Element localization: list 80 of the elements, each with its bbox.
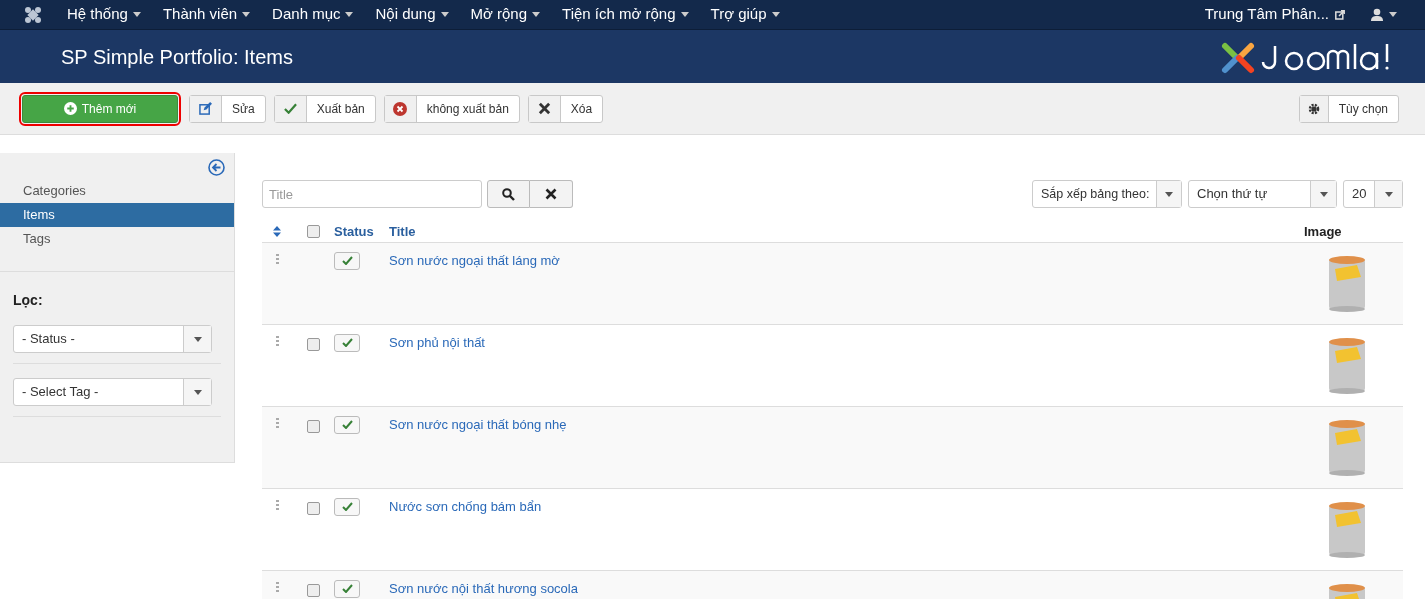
- caret-icon: [1384, 191, 1393, 197]
- close-icon: [537, 102, 551, 115]
- check-icon: [283, 103, 297, 114]
- sidebar-item[interactable]: Tags: [0, 227, 234, 251]
- edit-icon: [199, 102, 212, 115]
- user-menu-button[interactable]: [1371, 8, 1397, 21]
- options-button[interactable]: Tùy chọn: [1298, 94, 1399, 123]
- drag-handle-icon[interactable]: [275, 253, 279, 264]
- limit-dropdown[interactable]: 20: [1343, 180, 1403, 208]
- status-toggle-button[interactable]: [334, 579, 360, 598]
- column-header[interactable]: Title: [389, 222, 1296, 242]
- caret-icon: [440, 12, 449, 17]
- menu-item[interactable]: Tiện ích mở rộng: [551, 3, 700, 26]
- plus-circle-icon: [63, 102, 77, 115]
- sort-by-dropdown[interactable]: Sắp xếp bảng theo:: [1032, 180, 1182, 208]
- check-icon: [341, 584, 353, 593]
- status-toggle-button[interactable]: [334, 415, 360, 434]
- toolbar-button[interactable]: không xuất bản: [383, 94, 520, 123]
- toolbar-button[interactable]: Xóa: [527, 94, 604, 123]
- item-title-link[interactable]: Sơn nước ngoại thất bóng nhẹ: [389, 406, 1296, 434]
- toolbar-button[interactable]: Xuất bản: [273, 94, 376, 123]
- search-field[interactable]: Title: [262, 180, 482, 208]
- row-checkbox[interactable]: [306, 337, 320, 351]
- menu-item[interactable]: Mở rộng: [459, 3, 552, 26]
- caret-icon: [242, 12, 251, 17]
- site-link[interactable]: Trung Tâm Phân...: [1204, 3, 1329, 26]
- caret-icon: [1389, 12, 1397, 17]
- caret-icon: [193, 389, 202, 395]
- status-toggle-button[interactable]: [334, 333, 360, 352]
- menu-item[interactable]: Thành viên: [151, 3, 262, 26]
- row-checkbox[interactable]: [306, 583, 320, 597]
- caret-icon: [345, 12, 354, 17]
- filter-dropdown[interactable]: - Status -: [13, 325, 212, 353]
- row-checkbox[interactable]: [306, 419, 320, 433]
- search-button[interactable]: [487, 180, 530, 208]
- select-all-checkbox[interactable]: [306, 225, 320, 239]
- close-circle-icon: [393, 101, 408, 116]
- menu-item[interactable]: Trợ giúp: [699, 3, 791, 26]
- column-header: Image: [1303, 223, 1343, 241]
- caret-icon: [193, 336, 202, 342]
- toolbar-button[interactable]: Sửa: [189, 94, 266, 123]
- row-checkbox[interactable]: [306, 501, 320, 515]
- check-icon: [341, 502, 353, 511]
- check-icon: [341, 256, 353, 265]
- caret-icon: [1319, 191, 1328, 197]
- sort-arrows-icon[interactable]: [273, 226, 281, 238]
- external-link-icon: [1335, 9, 1345, 20]
- drag-handle-icon[interactable]: [275, 335, 279, 346]
- item-title-link[interactable]: Sơn phủ nội thất: [389, 324, 1296, 352]
- sidebar-item[interactable]: Categories: [0, 179, 234, 203]
- page-title: SP Simple Portfolio: Items: [61, 44, 293, 70]
- status-toggle-button[interactable]: [334, 497, 360, 516]
- order-dropdown[interactable]: Chọn thứ tự: [1188, 180, 1337, 208]
- sidebar-item[interactable]: Items: [0, 203, 234, 227]
- caret-icon: [1165, 191, 1173, 197]
- drag-handle-icon[interactable]: [275, 499, 279, 510]
- joomla-logo-icon[interactable]: [24, 5, 42, 24]
- settings-icon: [1307, 102, 1320, 115]
- caret-icon: [132, 12, 141, 17]
- caret-icon: [771, 12, 780, 17]
- drag-handle-icon[interactable]: [275, 417, 279, 428]
- item-title-link[interactable]: Sơn nước ngoại thất láng mờ: [389, 242, 1296, 270]
- filter-label: Lọc:: [13, 291, 44, 310]
- drag-handle-icon[interactable]: [275, 581, 279, 592]
- menu-item[interactable]: Hệ thống: [56, 3, 152, 26]
- filter-dropdown[interactable]: - Select Tag -: [13, 378, 212, 406]
- column-header[interactable]: Status: [334, 222, 389, 242]
- menu-item[interactable]: Nội dung: [364, 3, 460, 26]
- item-title-link[interactable]: Nước sơn chống bám bẩn: [389, 488, 1296, 516]
- close-icon: [545, 188, 557, 200]
- item-title-link[interactable]: Sơn nước nội thất hương socola: [389, 570, 1296, 598]
- status-toggle-button[interactable]: [334, 251, 360, 270]
- user-icon: [1371, 8, 1383, 21]
- check-icon: [341, 420, 353, 429]
- search-icon: [502, 187, 515, 201]
- clear-button[interactable]: [530, 180, 573, 208]
- check-icon: [341, 338, 353, 347]
- caret-icon: [532, 12, 541, 17]
- menu-item[interactable]: Danh mục: [261, 3, 365, 26]
- caret-icon: [680, 12, 689, 17]
